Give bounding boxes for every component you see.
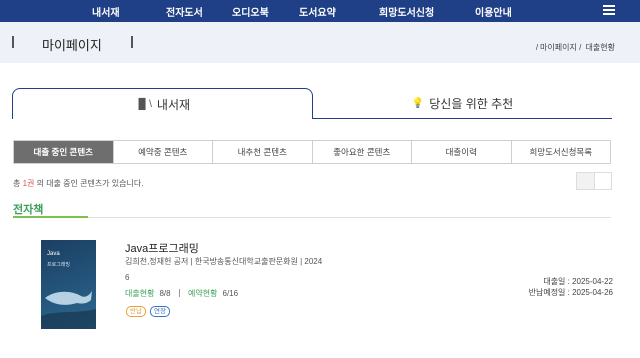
return-button[interactable]: 반납 bbox=[126, 306, 146, 317]
page-header: 마이페이지 / 마이페이지 / 대출현황 bbox=[0, 22, 640, 63]
reserve-status-label: 예약현황 bbox=[188, 289, 218, 298]
nav-item-my-library[interactable]: 내서재 bbox=[92, 4, 120, 19]
due-date: 반납예정일 : 2025-04-26 bbox=[528, 288, 613, 297]
tab-label: 당신을 위한 추천 bbox=[429, 96, 514, 111]
cover-title: Java bbox=[47, 251, 60, 257]
loan-dates: 대출일 : 2025-04-22 반납예정일 : 2025-04-26 bbox=[529, 276, 613, 298]
subtab-liked[interactable]: 좋아요한 콘텐츠 bbox=[311, 141, 412, 163]
nav-item-ebooks[interactable]: 전자도서 bbox=[166, 4, 203, 19]
loan-status-value: 8/8 bbox=[159, 289, 171, 298]
tab-recommendation[interactable]: 💡 당신을 위한 추천 bbox=[313, 88, 612, 119]
hamburger-icon[interactable] bbox=[603, 5, 615, 15]
loan-date: 대출일 : 2025-04-22 bbox=[543, 277, 613, 286]
book-meta: 김희천,정재헌 공저 | 한국방송통신대학교출판문화원 | 2024 bbox=[125, 257, 323, 266]
nav-item-audiobooks[interactable]: 오디오북 bbox=[232, 4, 269, 19]
section-divider bbox=[13, 217, 611, 218]
nav-item-book-request[interactable]: 희망도서신청 bbox=[379, 4, 434, 19]
loan-count-text: 총 1권 의 대출 중인 콘텐츠가 있습니다. bbox=[13, 179, 144, 188]
extend-button[interactable]: 연장 bbox=[150, 306, 170, 317]
section-underline bbox=[13, 216, 88, 218]
breadcrumb: / 마이페이지 / 대출현황 bbox=[535, 43, 615, 52]
lightbulb-icon: 💡 bbox=[411, 97, 425, 109]
view-toggle bbox=[576, 172, 612, 190]
bookshelf-icon: ▐▌\ bbox=[134, 98, 152, 110]
page-title: 마이페이지 bbox=[42, 38, 102, 53]
loan-count: 1권 bbox=[22, 179, 35, 188]
subtab-my-recommended[interactable]: 내추천 콘텐츠 bbox=[212, 141, 312, 163]
grid-view-button[interactable] bbox=[593, 173, 611, 189]
section-title: 전자책 bbox=[13, 204, 44, 216]
book-title[interactable]: Java프로그래밍 bbox=[125, 240, 199, 256]
subtab-request-list[interactable]: 희망도서신청목록 bbox=[510, 141, 611, 163]
top-navigation: 내서재 전자도서 오디오북 도서요약 희망도서신청 이용안내 bbox=[0, 0, 640, 22]
book-volume: 6 bbox=[125, 273, 130, 282]
book-cover[interactable]: Java 프로그래밍 bbox=[41, 240, 96, 329]
sub-tabs: 대출 중인 콘텐츠 예약중 콘텐츠 내추천 콘텐츠 좋아요한 콘텐츠 대출이력 … bbox=[13, 140, 611, 164]
book-status: 대출현황 8/8 예약현황 6/16 bbox=[125, 288, 238, 299]
tab-label: 내서재 bbox=[156, 97, 191, 112]
status-divider bbox=[178, 289, 180, 297]
list-view-button[interactable] bbox=[577, 173, 594, 189]
whale-illustration bbox=[41, 291, 96, 329]
cover-subtitle: 프로그래밍 bbox=[47, 262, 71, 268]
loan-status-label: 대출현황 bbox=[125, 289, 155, 298]
title-divider bbox=[131, 36, 133, 48]
subtab-borrowed[interactable]: 대출 중인 콘텐츠 bbox=[14, 141, 113, 163]
nav-item-book-summary[interactable]: 도서요약 bbox=[299, 4, 336, 19]
subtab-loan-history[interactable]: 대출이력 bbox=[411, 141, 511, 163]
breadcrumb-loan-status: 대출현황 bbox=[585, 43, 615, 52]
title-divider bbox=[12, 36, 14, 48]
reserve-status-value: 6/16 bbox=[222, 289, 239, 298]
tab-my-library[interactable]: ▐▌\ 내서재 bbox=[12, 88, 313, 119]
nav-item-guide[interactable]: 이용안내 bbox=[475, 4, 512, 19]
main-tabs: ▐▌\ 내서재 💡 당신을 위한 추천 bbox=[12, 88, 612, 119]
breadcrumb-mypage[interactable]: 마이페이지 bbox=[540, 43, 577, 52]
subtab-reserved[interactable]: 예약중 콘텐츠 bbox=[112, 141, 213, 163]
